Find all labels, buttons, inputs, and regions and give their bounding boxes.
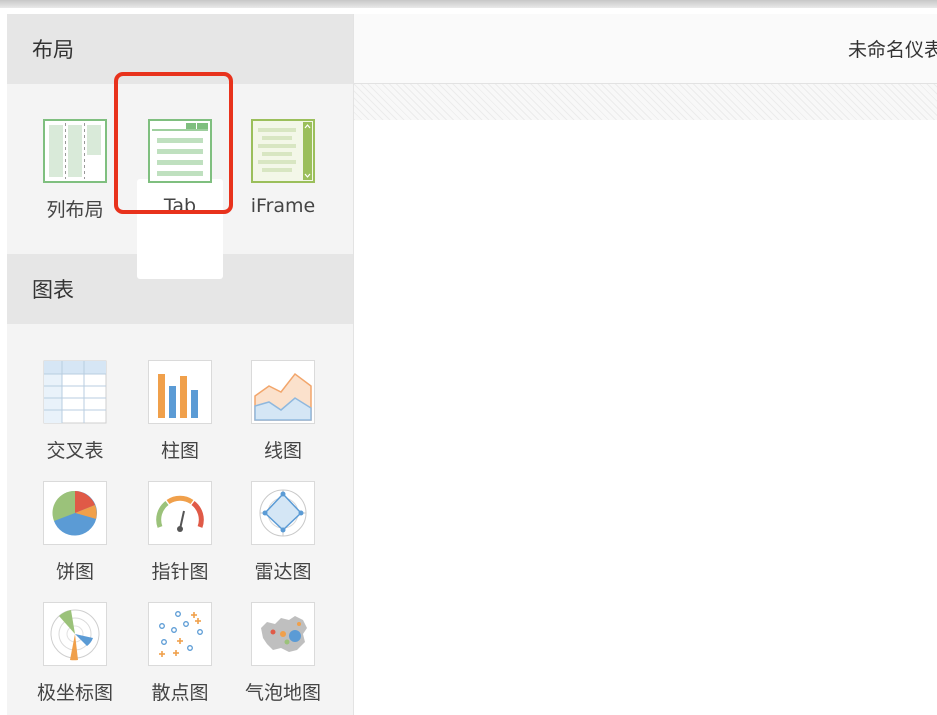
chart-item-line-label: 线图 <box>263 440 302 462</box>
chart-item-polar-label: 极坐标图 <box>36 682 113 704</box>
layout-section-title: 布局 <box>32 38 74 62</box>
scatter-chart-icon <box>148 602 212 666</box>
layout-item-column-label: 列布局 <box>46 199 104 221</box>
chart-item-crosstab-label: 交叉表 <box>46 440 104 462</box>
layout-item-column[interactable]: 列布局 <box>25 119 125 222</box>
chart-items: 交叉表 柱图 线图 饼图 指针图 雷达图 极坐标图 散点图 气泡地图 <box>7 324 353 715</box>
pie-chart-icon <box>43 481 107 545</box>
layout-section-header[interactable]: 布局 <box>7 14 353 84</box>
hatched-drop-zone[interactable] <box>354 84 937 120</box>
chart-item-polar[interactable]: 极坐标图 <box>25 602 125 705</box>
dashboard-editor: 布局 列布局 Tab iFrame 图表 交叉表 柱图 线图 饼图 指针图 雷达… <box>0 0 937 715</box>
chart-item-bar[interactable]: 柱图 <box>130 360 230 463</box>
window-top-border <box>0 0 937 8</box>
layout-item-iframe-label: iFrame <box>250 195 316 217</box>
chart-item-pie-label: 饼图 <box>55 561 94 583</box>
radar-chart-icon <box>251 481 315 545</box>
dashboard-canvas-area: 未命名仪表 <box>354 14 937 715</box>
bubble-map-icon <box>251 602 315 666</box>
chart-item-gauge[interactable]: 指针图 <box>130 481 230 584</box>
chart-item-line[interactable]: 线图 <box>233 360 333 463</box>
chart-item-bubble-map-label: 气泡地图 <box>244 682 321 704</box>
tab-layout-icon <box>148 119 212 183</box>
chart-item-scatter[interactable]: 散点图 <box>130 602 230 705</box>
dashboard-header: 未命名仪表 <box>354 14 937 84</box>
gauge-chart-icon <box>148 481 212 545</box>
chart-section-title: 图表 <box>32 278 74 302</box>
chart-item-bar-label: 柱图 <box>160 440 199 462</box>
chart-item-radar[interactable]: 雷达图 <box>233 481 333 584</box>
column-layout-icon <box>43 119 107 183</box>
chart-item-bubble-map[interactable]: 气泡地图 <box>233 602 333 705</box>
chart-item-crosstab[interactable]: 交叉表 <box>25 360 125 463</box>
layout-item-tab-label: Tab <box>163 195 197 217</box>
bar-chart-icon <box>148 360 212 424</box>
line-chart-icon <box>251 360 315 424</box>
layout-item-iframe[interactable]: iFrame <box>233 119 333 217</box>
layout-item-tab[interactable]: Tab <box>130 119 230 217</box>
chart-item-radar-label: 雷达图 <box>254 561 312 583</box>
crosstab-icon <box>43 360 107 424</box>
iframe-icon <box>251 119 315 183</box>
polar-chart-icon <box>43 602 107 666</box>
chart-item-pie[interactable]: 饼图 <box>25 481 125 584</box>
chart-item-scatter-label: 散点图 <box>151 682 209 704</box>
chart-item-gauge-label: 指针图 <box>151 561 209 583</box>
component-sidebar: 布局 列布局 Tab iFrame 图表 交叉表 柱图 线图 饼图 指针图 雷达… <box>7 14 354 715</box>
dashboard-title[interactable]: 未命名仪表 <box>848 35 937 62</box>
layout-items: 列布局 Tab iFrame <box>7 84 353 279</box>
